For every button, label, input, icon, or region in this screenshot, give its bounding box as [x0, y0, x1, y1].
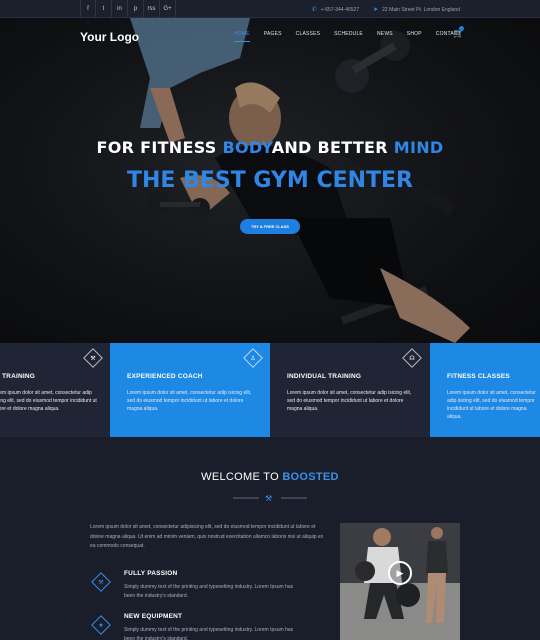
nav-home[interactable]: HOME: [234, 31, 250, 42]
nav-news[interactable]: NEWS: [377, 31, 393, 42]
star-icon: ★: [98, 622, 104, 629]
pinterest-icon[interactable]: p: [128, 0, 144, 18]
feature-icon-frame: ♙: [243, 348, 263, 368]
headline-part-1: FOR FITNESS: [96, 138, 223, 157]
user-icon: ♙: [250, 355, 256, 362]
linkedin-icon[interactable]: in: [112, 0, 128, 18]
nav-pages[interactable]: PAGES: [264, 31, 282, 42]
address-text: 22 Main Street Pt. London England: [382, 6, 460, 13]
item-title: NEW EQUIPMENT: [124, 613, 183, 620]
contact-info: ✆ +-657-344-46527 ➤ 22 Main Street Pt. Lon…: [312, 0, 460, 18]
feature-text: Lorem ipsum dolor sit amet, consectetur …: [0, 390, 97, 412]
feature-icon-frame: ☊: [402, 348, 422, 368]
headline-part-2: AND BETTER: [271, 138, 394, 157]
headline-mind: MIND: [393, 138, 444, 157]
site-logo[interactable]: Your Logo: [80, 30, 139, 44]
location-icon: ➤: [373, 6, 379, 13]
dumbbell-icon: ⚒: [265, 494, 273, 503]
feature-card-fitness-classes[interactable]: FITNESS CLASSES Lorem ipsum dolor sit am…: [430, 343, 540, 437]
features-strip: ⚒ TRAINING Lorem ipsum dolor sit amet, c…: [0, 343, 540, 437]
welcome-title-part: WELCOME TO: [201, 471, 283, 483]
social-links: f t in p rss G+: [80, 0, 176, 18]
phone-icon: ✆: [311, 6, 317, 13]
dumbbell-icon: ⚒: [90, 355, 96, 362]
dumbbell-icon: ⚒: [98, 579, 104, 586]
phone-text: +-657-344-46527: [320, 6, 360, 13]
feature-card-individual-training[interactable]: ☊ INDIVIDUAL TRAINING Lorem ipsum dolor …: [270, 343, 430, 437]
twitter-icon[interactable]: t: [96, 0, 112, 18]
divider-left: [233, 497, 259, 499]
main-nav: HOME PAGES CLASSES SCHEDULE NEWS SHOP CO…: [234, 31, 475, 42]
nav-schedule[interactable]: SCHEDULE: [334, 31, 363, 42]
divider-right: [281, 497, 307, 499]
free-class-button[interactable]: TRY A FREE CLASS: [240, 219, 300, 234]
welcome-title: WELCOME TO BOOSTED: [0, 471, 540, 483]
feature-title: INDIVIDUAL TRAINING: [287, 373, 362, 380]
feature-title: TRAINING: [2, 373, 36, 380]
play-video-button[interactable]: ▶: [388, 561, 412, 585]
item-text: Simply dummy text of the printing and ty…: [124, 627, 294, 640]
feature-card-training[interactable]: ⚒ TRAINING Lorem ipsum dolor sit amet, c…: [0, 343, 110, 437]
nav-shop[interactable]: SHOP: [407, 31, 422, 42]
item-icon-frame: ★: [91, 615, 111, 635]
hero-subheadline: THE BEST GYM CENTER: [126, 168, 414, 193]
cart-badge: [459, 26, 464, 31]
facebook-icon[interactable]: f: [80, 0, 96, 18]
hero-section: Your Logo HOME PAGES CLASSES SCHEDULE NE…: [0, 18, 540, 343]
address-info: ➤ 22 Main Street Pt. London England: [373, 6, 460, 13]
nav-classes[interactable]: CLASSES: [296, 31, 320, 42]
feature-icon-frame: ⚒: [83, 348, 103, 368]
headline-body: BODY: [222, 138, 272, 157]
feature-text: Lorem ipsum dolor sit amet, consectetur …: [127, 390, 252, 412]
feature-title: EXPERIENCED COACH: [127, 373, 203, 380]
item-icon-frame: ⚒: [91, 572, 111, 592]
rss-icon[interactable]: rss: [144, 0, 160, 18]
feature-text: Lorem ipsum dolor sit amet, consectetur …: [287, 390, 412, 412]
google-plus-icon[interactable]: G+: [160, 0, 176, 18]
item-text: Simply dummy text of the printing and ty…: [124, 584, 294, 599]
top-bar: f t in p rss G+ ✆ +-657-344-46527 ➤ 22 Mai…: [0, 0, 540, 18]
item-title: FULLY PASSION: [124, 570, 178, 577]
feature-title: FITNESS CLASSES: [447, 373, 510, 380]
feature-card-experienced-coach[interactable]: ♙ EXPERIENCED COACH Lorem ipsum dolor si…: [110, 343, 270, 437]
phone-info: ✆ +-657-344-46527: [312, 6, 360, 13]
welcome-intro: Lorem ipsum dolor sit amet, consectetur …: [90, 524, 324, 549]
feature-text: Lorem ipsum dolor sit amet, consectetur …: [447, 390, 536, 420]
welcome-brand: BOOSTED: [282, 471, 339, 483]
hero-headline: FOR FITNESS BODYAND BETTER MIND: [0, 138, 540, 157]
headphones-icon: ☊: [409, 355, 415, 362]
